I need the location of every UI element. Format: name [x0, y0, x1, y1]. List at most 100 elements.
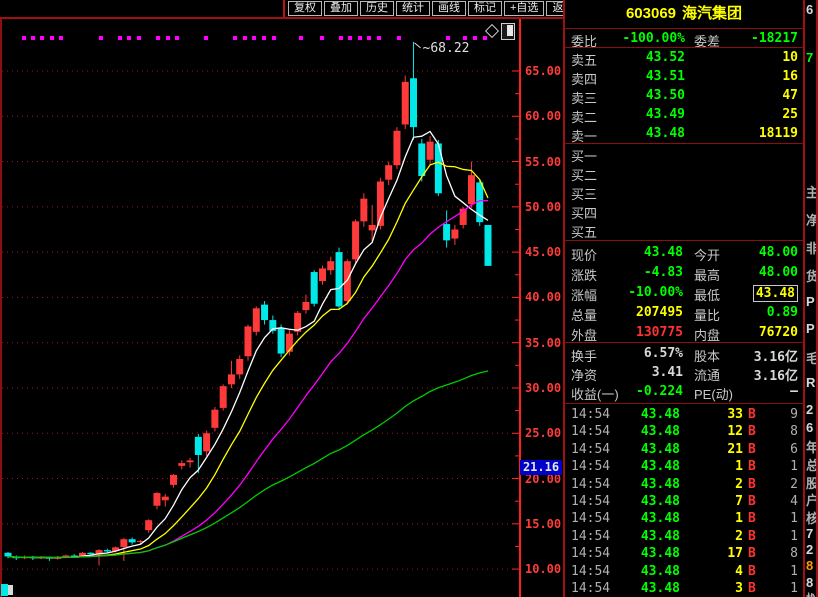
ask-label: 卖四	[571, 72, 598, 87]
tick-volume: 3	[735, 581, 743, 596]
tick-time: 14:54	[571, 476, 611, 492]
tick-side: B	[748, 511, 756, 527]
tick-side: B	[748, 494, 756, 509]
lowest-price-boxed: 43.48	[752, 285, 798, 302]
ask-label: 卖五	[571, 53, 598, 68]
quote-row-label: 最高	[694, 268, 721, 283]
fin-row-label: 流通	[694, 368, 721, 383]
toolbar-divider	[283, 0, 285, 18]
quote-row-value: -4.83	[643, 265, 683, 280]
kline-chart[interactable]: ~68.22 65.00 60.00 55.00 50.00 45.00 40.00 35.…	[0, 0, 563, 597]
tick-count: 1	[790, 563, 798, 579]
clipped-char: 总	[806, 458, 816, 473]
bid-label: 买一	[571, 149, 598, 164]
tick-time: 14:54	[571, 581, 611, 596]
tick-count: 1	[790, 459, 798, 475]
y-axis-label: 15.00	[525, 516, 562, 531]
fin-row-value: 3.41	[651, 365, 683, 380]
tick-volume: 12	[727, 424, 743, 440]
kline-canvas[interactable]: ~68.22	[0, 0, 563, 597]
toolbar-button-统计[interactable]: 统计	[396, 1, 430, 16]
tick-price: 43.48	[640, 494, 680, 509]
toolbar-button-叠加[interactable]: 叠加	[324, 1, 358, 16]
tick-time: 14:54	[571, 546, 611, 562]
toolbar-button-复权[interactable]: 复权	[288, 1, 322, 16]
tick-count: 8	[790, 546, 798, 562]
tick-time: 14:54	[571, 494, 611, 509]
tick-side: B	[748, 407, 756, 422]
ask-volume: 10	[782, 50, 798, 65]
tick-time: 14:54	[571, 424, 611, 440]
stock-title: 603069 海汽集团	[565, 2, 803, 23]
quote-row-value: 43.48	[643, 245, 683, 260]
quote-row-value: 0.89	[766, 305, 798, 320]
clipped-char: 净	[806, 213, 816, 228]
tick-volume: 17	[727, 546, 743, 562]
toolbar: 复权叠加历史统计画线标记+自选返回	[0, 0, 581, 19]
tick-price: 43.48	[640, 407, 680, 422]
ask-price: 43.50	[645, 88, 685, 103]
quote-row-value: -10.00%	[628, 285, 683, 300]
tick-price: 43.48	[640, 528, 680, 544]
quote-row-value: 76720	[758, 325, 798, 340]
clipped-char: 毛	[806, 351, 816, 366]
tick-price: 43.48	[640, 563, 680, 579]
toolbar-button-标记[interactable]: 标记	[468, 1, 502, 16]
quote-row-value: 130775	[636, 325, 683, 340]
bid-label: 买三	[571, 187, 598, 202]
tick-price: 43.48	[640, 546, 680, 562]
quote-row-label: 最低	[694, 288, 721, 303]
tick-price: 43.48	[640, 581, 680, 596]
tick-time: 14:54	[571, 407, 611, 422]
tick-price: 43.48	[640, 424, 680, 440]
tick-count: 2	[790, 476, 798, 492]
y-axis-label: 65.00	[525, 64, 562, 78]
fin-row-value: -0.224	[636, 384, 683, 399]
quote-row-value: 48.00	[758, 265, 798, 280]
tick-count: 1	[790, 511, 798, 527]
ask-volume: 16	[782, 69, 798, 84]
y-axis-label: 45.00	[525, 245, 562, 260]
tick-volume: 21	[727, 441, 743, 457]
tick-count: 6	[790, 441, 798, 457]
y-axis-label: 10.00	[525, 562, 562, 577]
tick-time: 14:54	[571, 459, 611, 475]
quote-row-label: 量比	[694, 308, 721, 323]
stock-name: 海汽集团	[682, 5, 743, 22]
fin-row-value: —	[790, 384, 798, 399]
fin-row-value: 6.57%	[643, 346, 683, 361]
quote-row-value: 48.00	[758, 245, 798, 260]
quote-row-label: 涨跌	[571, 268, 598, 283]
clipped-char: 核	[806, 511, 816, 526]
clipped-char: 8	[806, 558, 814, 573]
quote-row-label: 涨幅	[571, 288, 598, 303]
tick-count: 4	[790, 494, 798, 509]
stock-terminal: ~68.22 65.00 60.00 55.00 50.00 45.00 40.00 35.…	[0, 0, 818, 597]
bid-label: 买五	[571, 225, 598, 240]
split-pane-icon[interactable]	[501, 23, 515, 40]
tick-volume: 1	[735, 459, 743, 475]
toolbar-button-自选[interactable]: +自选	[504, 1, 545, 16]
weicha-value: -18217	[751, 31, 798, 46]
clipped-char: 7	[806, 50, 814, 65]
fin-row-label: 净资	[571, 368, 598, 383]
tick-count: 1	[790, 581, 798, 596]
y-axis-label: 50.00	[525, 199, 562, 214]
quote-row-label: 总量	[571, 308, 598, 323]
quote-panel: 603069 海汽集团 委比 -100.00% 委差 -18217 卖五 43.52…	[563, 0, 805, 597]
clipped-char: 2	[806, 402, 814, 417]
ask-price: 43.52	[645, 50, 685, 65]
y-axis-label: 30.00	[525, 380, 562, 395]
ask-volume: 25	[782, 107, 798, 122]
bid-label: 买四	[571, 206, 598, 221]
tick-count: 1	[790, 528, 798, 544]
toolbar-button-画线[interactable]: 画线	[432, 1, 466, 16]
bid-label: 买二	[571, 168, 598, 183]
tick-volume: 2	[735, 476, 743, 492]
corner-marker	[1, 584, 14, 596]
clipped-char: 6	[806, 420, 814, 435]
toolbar-button-历史[interactable]: 历史	[360, 1, 394, 16]
tick-side: B	[748, 441, 756, 457]
toolbar-buttons: 复权叠加历史统计画线标记+自选返回	[288, 1, 581, 16]
clipped-char: 货	[806, 269, 816, 284]
